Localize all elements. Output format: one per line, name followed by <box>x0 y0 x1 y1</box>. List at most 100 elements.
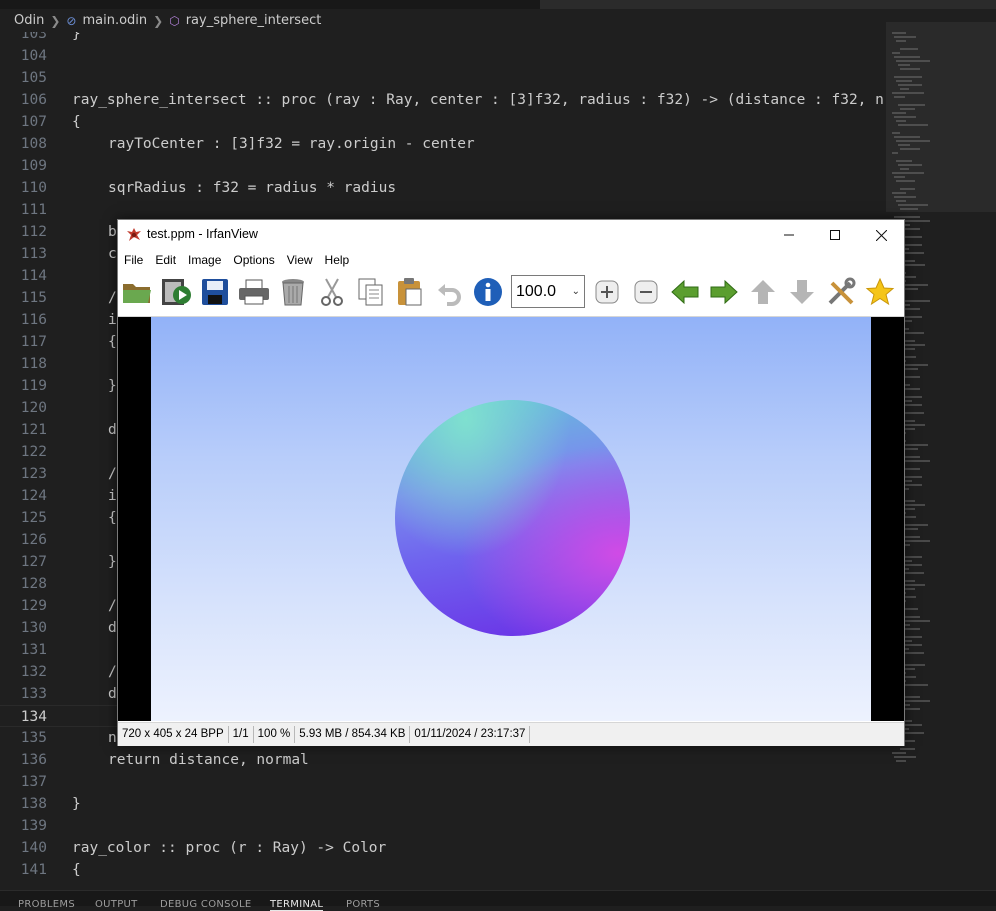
paste-icon[interactable] <box>393 276 427 308</box>
code-line[interactable]: 138} <box>0 793 886 815</box>
next-arrow-icon[interactable] <box>707 276 741 308</box>
code-line[interactable]: 104 <box>0 45 886 67</box>
chevron-right-icon: ❯ <box>153 13 164 28</box>
minimap-line <box>896 120 906 122</box>
minimap-line <box>896 40 906 42</box>
code-line[interactable]: 111 <box>0 199 886 221</box>
line-code: d <box>108 422 117 438</box>
line-number: 133 <box>20 686 47 702</box>
menu-item-help[interactable]: Help <box>319 250 356 270</box>
line-number: 120 <box>20 400 47 416</box>
maximize-icon <box>830 230 840 240</box>
line-number: 110 <box>20 180 47 196</box>
status-datetime: 01/11/2024 / 23:17:37 <box>410 726 531 743</box>
minimap-line <box>894 196 916 198</box>
line-code: { <box>72 862 81 878</box>
line-number: 124 <box>20 488 47 504</box>
line-number: 123 <box>20 466 47 482</box>
irfanview-logo-icon <box>127 228 141 241</box>
line-number: 111 <box>20 202 47 218</box>
undo-icon[interactable] <box>432 276 466 308</box>
minimap-line <box>898 84 922 86</box>
maximize-button[interactable] <box>812 220 858 250</box>
image-view[interactable] <box>118 317 904 721</box>
minimap-line <box>898 204 928 206</box>
menu-item-view[interactable]: View <box>281 250 319 270</box>
print-icon[interactable] <box>237 276 271 308</box>
minimize-button[interactable] <box>766 220 812 250</box>
delete-icon[interactable] <box>276 276 310 308</box>
line-number: 139 <box>20 818 47 834</box>
slideshow-icon[interactable] <box>159 276 193 308</box>
code-line[interactable]: 108 rayToCenter : [3]f32 = ray.origin - c… <box>0 133 886 155</box>
minimap-line <box>894 116 916 118</box>
code-line[interactable]: 140 ray_color :: proc (r : Ray) -> Color <box>0 837 886 859</box>
breadcrumb-file[interactable]: main.odin <box>82 13 147 28</box>
line-code: i <box>108 312 117 328</box>
line-number: 107 <box>20 114 47 130</box>
status-dimensions: 720 x 405 x 24 BPP <box>118 726 229 743</box>
cut-icon[interactable] <box>315 276 349 308</box>
minimap-line <box>892 752 906 754</box>
settings-tools-icon[interactable] <box>824 276 858 308</box>
irfanview-window[interactable]: test.ppm - IrfanView File Edit Image Option… <box>117 219 905 746</box>
minimap-line <box>892 92 924 94</box>
status-bar: 720 x 405 x 24 BPP 1/1 100 % 5.93 MB / 8… <box>118 722 904 746</box>
up-arrow-icon[interactable] <box>746 276 780 308</box>
code-line[interactable]: 107 { <box>0 111 886 133</box>
line-code: sqrRadius : f32 = radius * radius <box>108 180 397 196</box>
code-line[interactable]: 105 <box>0 67 886 89</box>
minimap-line <box>896 180 915 182</box>
line-number: 122 <box>20 444 47 460</box>
minimap-line <box>894 136 920 138</box>
minimap-line <box>892 132 900 134</box>
open-folder-icon[interactable] <box>120 276 154 308</box>
info-icon[interactable] <box>471 276 505 308</box>
favorite-star-icon[interactable] <box>863 276 897 308</box>
line-number: 119 <box>20 378 47 394</box>
save-icon[interactable] <box>198 276 232 308</box>
code-line[interactable]: 106 ray_sphere_intersect :: proc (ray : R… <box>0 89 886 111</box>
zoom-value: 100.0 <box>516 282 557 300</box>
line-code: } <box>72 32 81 42</box>
window-titlebar[interactable]: test.ppm - IrfanView <box>118 220 904 250</box>
code-line[interactable]: 141 { <box>0 859 886 881</box>
minimap-line <box>900 88 909 90</box>
code-line[interactable]: 109 <box>0 155 886 177</box>
chevron-down-icon[interactable]: ⌄ <box>572 286 580 297</box>
code-line[interactable]: 137 <box>0 771 886 793</box>
menu-item-image[interactable]: Image <box>182 250 227 270</box>
toolbar: 100.0 ⌄ <box>118 270 904 317</box>
copy-icon[interactable] <box>354 276 388 308</box>
breadcrumb-symbol[interactable]: ray_sphere_intersect <box>186 13 322 28</box>
breadcrumb-folder[interactable]: Odin <box>14 13 44 28</box>
window-title: test.ppm - IrfanView <box>147 227 258 241</box>
menu-item-options[interactable]: Options <box>227 250 280 270</box>
code-line[interactable]: 110 sqrRadius : f32 = radius * radius <box>0 177 886 199</box>
menu-item-file[interactable]: File <box>118 250 149 270</box>
line-number: 128 <box>20 576 47 592</box>
minimap-line <box>892 112 906 114</box>
previous-arrow-icon[interactable] <box>668 276 702 308</box>
code-line[interactable]: 103} <box>0 32 886 45</box>
chevron-right-icon: ❯ <box>50 13 61 28</box>
down-arrow-icon[interactable] <box>785 276 819 308</box>
minimap-line <box>896 160 912 162</box>
line-code: } <box>108 554 117 570</box>
code-line[interactable]: 139 <box>0 815 886 837</box>
close-button[interactable] <box>858 220 904 250</box>
menu-item-edit[interactable]: Edit <box>149 250 182 270</box>
line-number: 130 <box>20 620 47 636</box>
line-code: ray_sphere_intersect :: proc (ray : Ray,… <box>72 92 884 108</box>
code-line[interactable]: 136 return distance, normal <box>0 749 886 771</box>
zoom-select[interactable]: 100.0 ⌄ <box>511 275 585 308</box>
minimap-line <box>898 164 922 166</box>
line-code: / <box>108 598 117 614</box>
zoom-out-icon[interactable] <box>629 276 663 308</box>
line-code: d <box>108 686 117 702</box>
panel-tab-terminal[interactable]: TERMINAL <box>270 899 324 911</box>
zoom-in-icon[interactable] <box>590 276 624 308</box>
line-code: { <box>108 334 117 350</box>
minimap-line <box>892 32 906 34</box>
line-code: ray_color :: proc (r : Ray) -> Color <box>72 840 387 856</box>
